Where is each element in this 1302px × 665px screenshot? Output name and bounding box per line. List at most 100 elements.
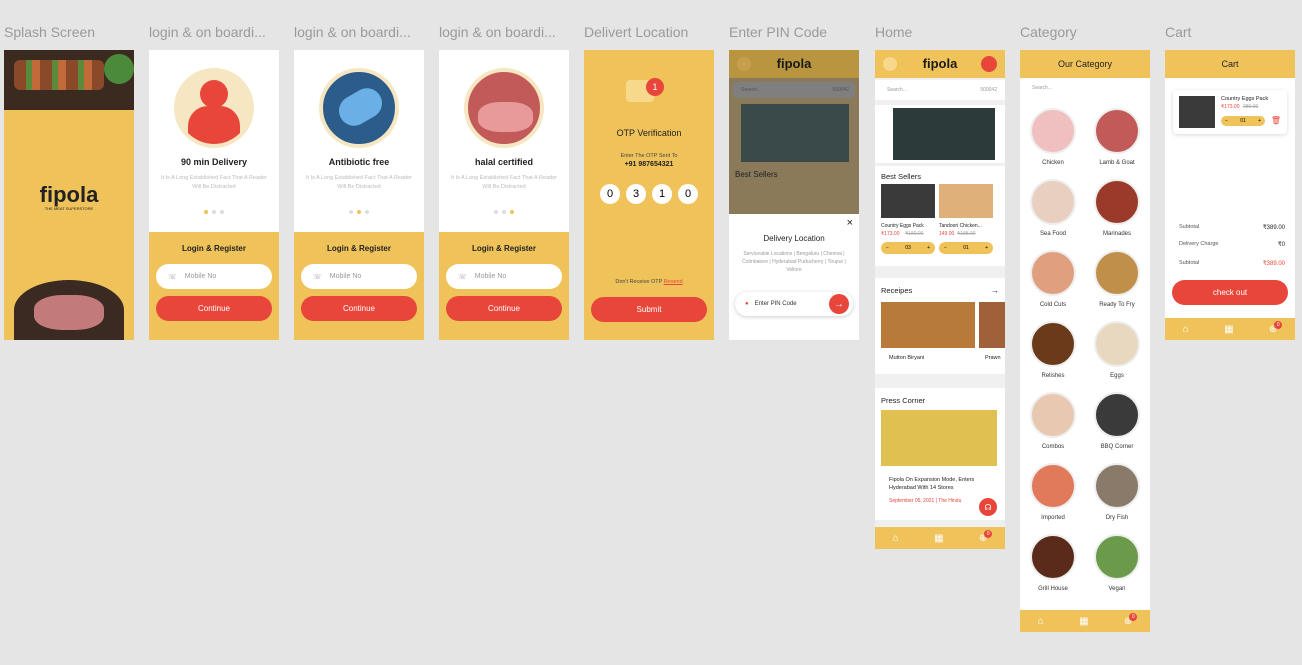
phone-icon: ☏ — [313, 273, 322, 281]
cart-header: Cart — [1165, 50, 1295, 78]
close-icon[interactable]: × — [847, 217, 853, 229]
phone-icon: ☏ — [458, 273, 467, 281]
cart-badge: 0 — [1129, 612, 1138, 621]
category-item[interactable]: Ready To Fry — [1086, 250, 1148, 308]
product-image-chicken[interactable] — [939, 184, 993, 218]
best-sellers-section: Best Sellers Country Eggs Pack ₹173.00 ₹… — [875, 166, 1005, 266]
splash-frame: fipola THE MEAT SUPERSTORE — [4, 50, 134, 340]
pin-logo: fipola — [776, 56, 812, 71]
login-heading: Login & Register — [471, 244, 536, 253]
home-icon[interactable]: ⌂ — [1038, 616, 1044, 627]
category-item[interactable]: Marinades — [1086, 179, 1148, 237]
home-frame: fipola Search... 500042 Best Sellers Coun… — [875, 50, 1005, 549]
delivery-value: ₹0 — [1277, 242, 1285, 248]
quantity-stepper[interactable]: −01 + — [1221, 116, 1265, 126]
home-icon[interactable]: ⌂ — [893, 533, 899, 544]
banner[interactable] — [741, 104, 849, 162]
cart-icon[interactable]: ⊕ 0 — [1269, 320, 1283, 335]
grid-icon[interactable]: ▦ — [934, 533, 943, 544]
total-label: Subtotal — [1179, 260, 1200, 266]
category-item[interactable]: Combos — [1022, 392, 1084, 450]
arrow-right-icon[interactable]: → — [829, 294, 849, 314]
otp-digits: 0 3 1 0 — [600, 184, 698, 204]
otp-digit-box[interactable]: 0 — [678, 184, 698, 204]
submit-button[interactable]: Submit — [591, 297, 707, 322]
frame-label-category: Category — [1020, 24, 1077, 40]
category-item[interactable]: Relishes — [1022, 321, 1084, 379]
subtotal-label: Subtotal — [1179, 224, 1200, 230]
home-search-bar[interactable]: Search... 500042 — [875, 80, 1005, 100]
checkout-button[interactable]: check out — [1172, 280, 1288, 305]
category-item[interactable]: Sea Food — [1022, 179, 1084, 237]
continue-button[interactable]: Continue — [446, 296, 562, 321]
cart-badge: 0 — [1274, 320, 1283, 329]
category-item[interactable]: Vegan — [1086, 534, 1148, 592]
press-headline[interactable]: Fipola On Expansion Mode, Enters Hyderab… — [889, 476, 995, 493]
category-item[interactable]: Grill House — [1022, 534, 1084, 592]
pagination-dots[interactable] — [149, 210, 279, 214]
category-item[interactable]: BBQ Corner — [1086, 392, 1148, 450]
otp-digit-box[interactable]: 1 — [652, 184, 672, 204]
cart-item-card: Country Eggs Pack ₹173.00 280.00 −01 + 🗑 — [1173, 90, 1287, 134]
phone-icon: ☏ — [168, 273, 177, 281]
trash-icon[interactable]: 🗑 — [1271, 116, 1281, 125]
cart-icon[interactable]: ⊕ 0 — [979, 529, 993, 544]
pin-search-bar[interactable]: Search... 500042 — [733, 82, 855, 98]
product-image-eggs[interactable] — [881, 184, 935, 218]
category-item[interactable]: Dry Fish — [1086, 463, 1148, 521]
category-search-bar[interactable]: Search... — [1026, 82, 1144, 96]
otp-digit-box[interactable]: 3 — [626, 184, 646, 204]
pagination-dots[interactable] — [294, 210, 424, 214]
category-item[interactable]: Eggs — [1086, 321, 1148, 379]
product-old-price: ₹180.00 — [905, 231, 924, 237]
category-item[interactable]: Cold Cuts — [1022, 250, 1084, 308]
category-item[interactable]: Imported — [1022, 463, 1084, 521]
grid-icon[interactable]: ▦ — [1224, 324, 1233, 335]
home-icon[interactable]: ⌂ — [1183, 324, 1189, 335]
mobile-input[interactable]: ☏ Mobile No — [301, 264, 417, 289]
product-old-price: ₹188.00 — [957, 231, 976, 237]
press-meta: September 05, 2021 | The Hindu — [889, 498, 962, 504]
mobile-input[interactable]: ☏ Mobile No — [446, 264, 562, 289]
quantity-stepper[interactable]: −03 + — [881, 242, 935, 254]
press-corner-section: Press Corner Fipola On Expansion Mode, E… — [875, 388, 1005, 520]
home-header: fipola — [875, 50, 1005, 78]
quantity-stepper[interactable]: −01 + — [939, 242, 993, 254]
onboarding-title: Antibiotic free — [328, 157, 390, 167]
onboarding-desc: It Is A Long Established Fact That A Rea… — [306, 175, 412, 190]
recipe-image[interactable] — [979, 302, 1005, 348]
frame-label-splash: Splash Screen — [4, 24, 96, 40]
cart-item-name: Country Eggs Pack — [1221, 96, 1269, 102]
modal-desc: Serviceable Locations | Bengaluru | Chen… — [742, 251, 846, 273]
mobile-input[interactable]: ☏ Mobile No — [156, 264, 272, 289]
continue-button[interactable]: Continue — [156, 296, 272, 321]
category-item[interactable]: Lamb & Goat — [1086, 108, 1148, 166]
resend-row: Don't Receive OTP Resend — [615, 279, 683, 285]
notification-icon: 1 — [646, 78, 664, 96]
otp-sent-to: Enter The OTP Sent To — [620, 153, 678, 159]
frame-label-pin: Enter PIN Code — [729, 24, 828, 40]
avatar[interactable] — [981, 56, 997, 72]
frame-label-onboarding-2: login & on boardi... — [294, 24, 411, 40]
support-icon[interactable]: ☊ — [979, 498, 997, 516]
recipe-image[interactable] — [881, 302, 975, 348]
onboarding-title: 90 min Delivery — [180, 157, 248, 167]
category-item[interactable]: Chicken — [1022, 108, 1084, 166]
pin-header: fipola — [729, 50, 859, 78]
splash-tagline: THE MEAT SUPERSTORE — [44, 206, 94, 211]
grid-icon[interactable]: ▦ — [1079, 616, 1088, 627]
cart-icon[interactable]: ⊕ 0 — [1124, 612, 1138, 627]
bottom-nav: ⌂ ▦ ⊕ 0 — [1165, 318, 1295, 340]
gloves-image — [319, 68, 399, 148]
login-panel: Login & Register ☏ Mobile No Continue — [439, 232, 569, 340]
pagination-dots[interactable] — [439, 210, 569, 214]
cart-frame: Cart Country Eggs Pack ₹173.00 280.00 −0… — [1165, 50, 1295, 340]
arrow-right-icon[interactable]: → — [991, 286, 999, 295]
press-image[interactable] — [881, 410, 997, 466]
otp-digit-box[interactable]: 0 — [600, 184, 620, 204]
banner-carousel[interactable] — [875, 105, 1005, 163]
resend-link[interactable]: Resend — [664, 279, 683, 285]
otp-frame: 1 OTP Verification Enter The OTP Sent To… — [584, 50, 714, 340]
continue-button[interactable]: Continue — [301, 296, 417, 321]
onboarding-title: halal certified — [474, 157, 534, 167]
